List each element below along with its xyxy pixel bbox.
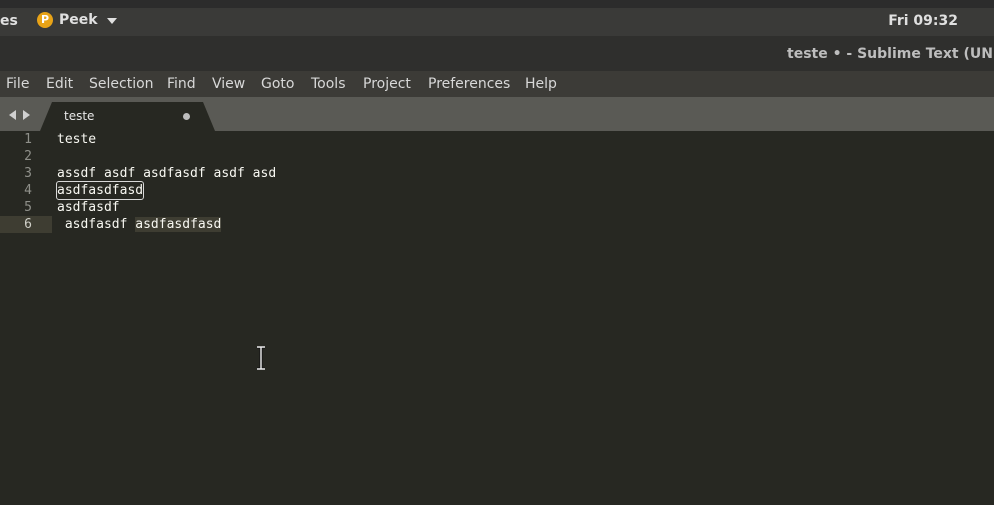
tab-right-arrow-icon[interactable] xyxy=(23,110,30,120)
code-text: asdfasdf xyxy=(57,200,120,215)
system-top-bar: es P Peek Fri 09:32 xyxy=(0,0,994,36)
menu-goto[interactable]: Goto xyxy=(261,76,294,92)
chevron-down-icon xyxy=(106,18,117,24)
menu-file[interactable]: File xyxy=(6,76,29,92)
code-text: teste xyxy=(57,132,97,147)
tab-teste[interactable]: teste xyxy=(40,102,215,131)
app-name: Peek xyxy=(59,12,98,28)
menu-preferences[interactable]: Preferences xyxy=(428,76,510,92)
editor-line: 3 assdf asdf asdfasdf asdf asd xyxy=(0,165,994,182)
match-highlight: asdfasdfasd xyxy=(135,217,222,232)
editor-line: 4 asdfasdfasd xyxy=(0,181,994,200)
menu-find[interactable]: Find xyxy=(167,76,196,92)
menu-project[interactable]: Project xyxy=(363,76,411,92)
menu-tools[interactable]: Tools xyxy=(311,76,346,92)
menu-help[interactable]: Help xyxy=(525,76,557,92)
editor-line: 1 teste xyxy=(0,131,994,148)
unsaved-dot-icon[interactable] xyxy=(183,113,190,120)
editor-area[interactable]: 1 teste 2 3 assdf asdf asdfasdf asdf asd… xyxy=(0,131,994,505)
window-title: teste • - Sublime Text (UNREG xyxy=(787,46,994,62)
top-strip xyxy=(0,0,994,8)
editor-line: 2 xyxy=(0,148,994,165)
editor-line: 5 asdfasdf xyxy=(0,199,994,216)
line-number: 5 xyxy=(24,200,32,215)
menu-bar: File Edit Selection Find View Goto Tools… xyxy=(0,71,994,97)
line-number: 4 xyxy=(24,183,32,198)
selection-outline: asdfasdfasd xyxy=(55,181,145,200)
line-number: 6 xyxy=(0,216,52,233)
line-number: 2 xyxy=(24,149,32,164)
code-segment: asdfasdf xyxy=(57,217,136,232)
menu-selection[interactable]: Selection xyxy=(89,76,154,92)
line-number: 3 xyxy=(24,166,32,181)
tab-bar: teste xyxy=(0,97,994,131)
window-titlebar[interactable]: teste • - Sublime Text (UNREG xyxy=(0,36,994,71)
code-text: asdfasdf asdfasdfasd xyxy=(57,216,222,233)
clock[interactable]: Fri 09:32 xyxy=(888,13,958,29)
app-menu-peek[interactable]: P Peek xyxy=(37,12,117,28)
line-number: 1 xyxy=(24,132,32,147)
peek-logo-icon: P xyxy=(37,12,53,28)
current-line: 6 asdfasdf asdfasdfasd xyxy=(0,216,994,233)
text-cursor-icon xyxy=(257,346,265,370)
code-text: assdf asdf asdfasdf asdf asd xyxy=(57,166,277,181)
menu-view[interactable]: View xyxy=(212,76,245,92)
tab-label: teste xyxy=(64,109,95,123)
tab-left-arrow-icon[interactable] xyxy=(9,110,16,120)
activities-button[interactable]: es xyxy=(0,13,18,29)
menu-edit[interactable]: Edit xyxy=(46,76,73,92)
